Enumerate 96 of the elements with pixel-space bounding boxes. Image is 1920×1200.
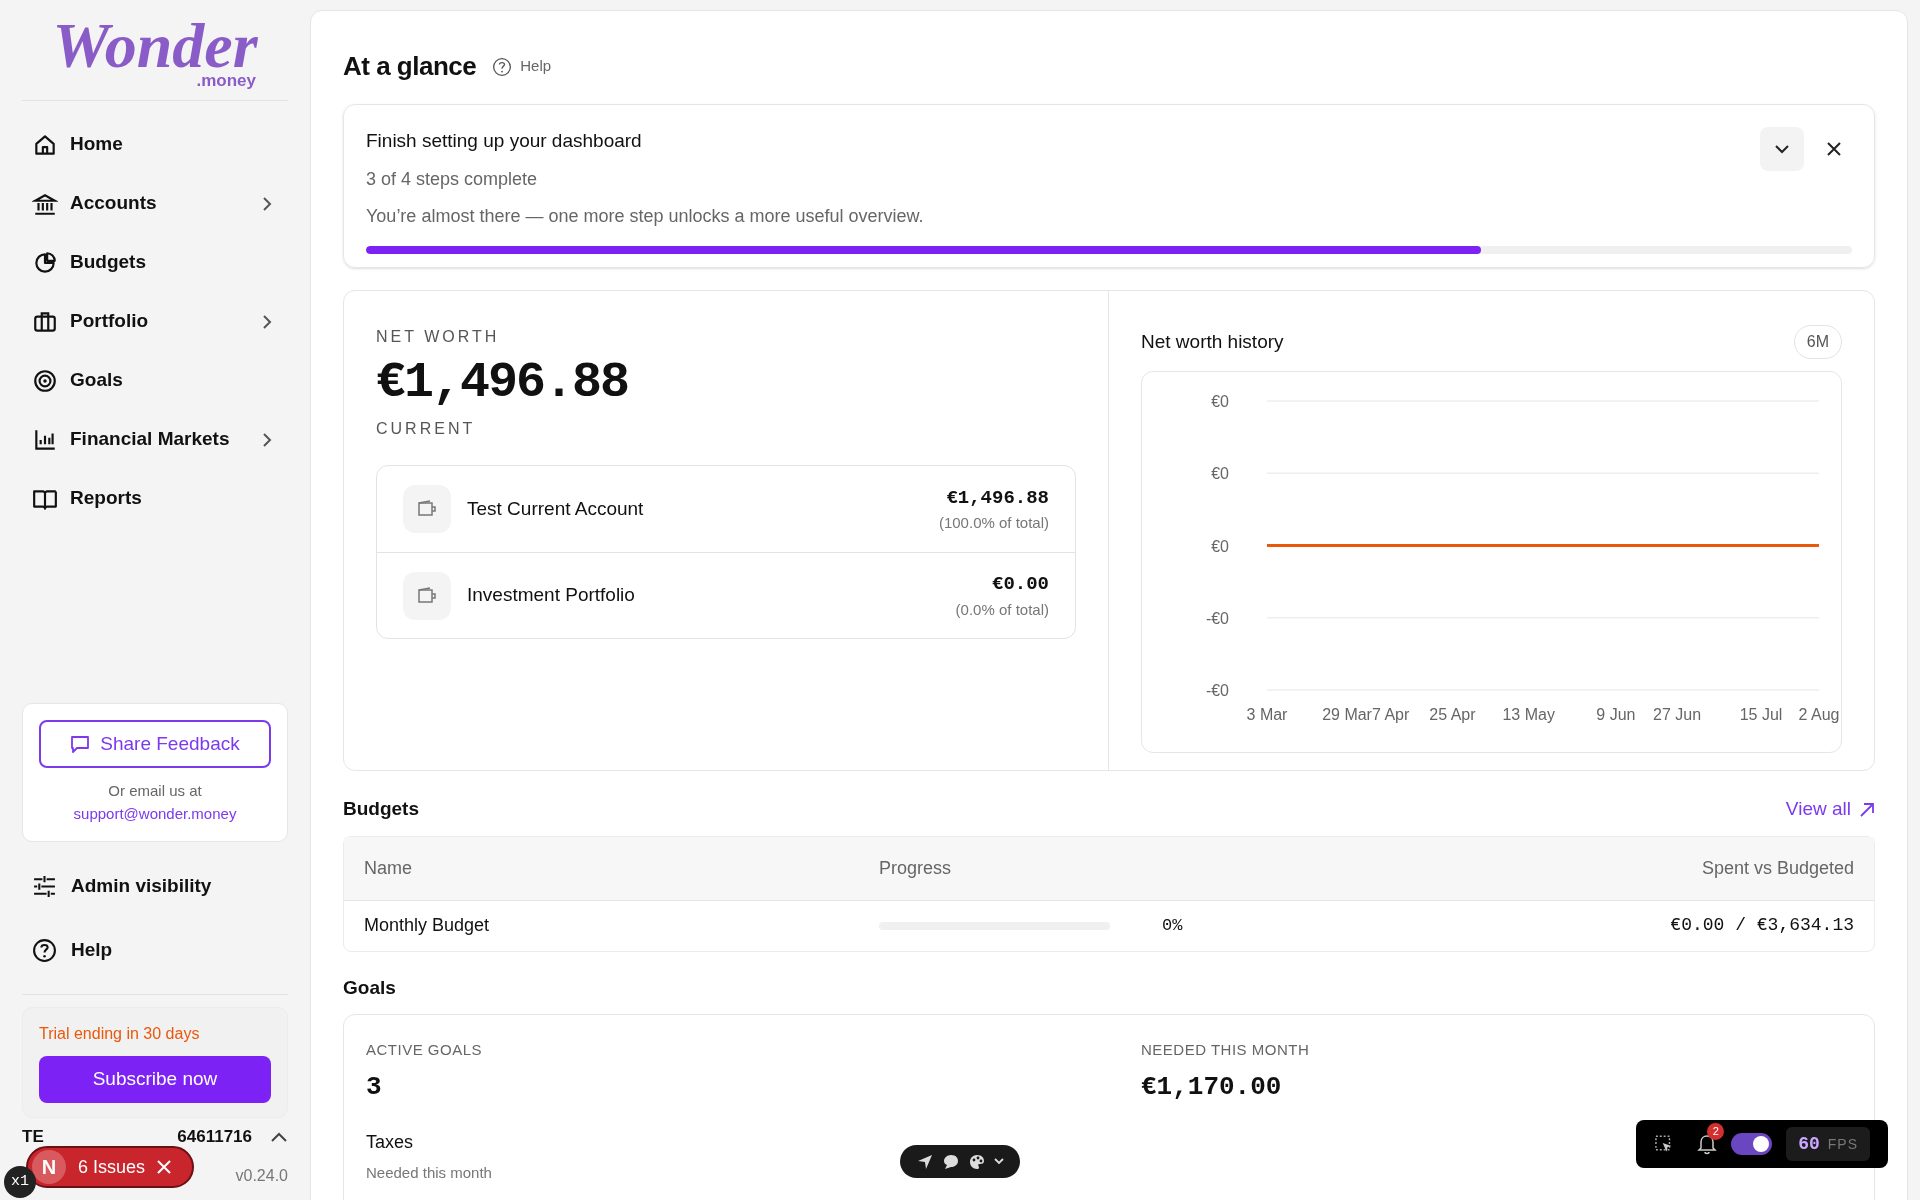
subscribe-button[interactable]: Subscribe now — [39, 1056, 271, 1103]
x-tick-label: 9 Jun — [1596, 706, 1636, 723]
account-share: (0.0% of total) — [955, 599, 1049, 620]
nav-item[interactable]: Home — [22, 115, 288, 174]
budget-amount: €0.00 / €3,634.13 — [1669, 914, 1854, 938]
nav-item[interactable]: Financial Markets — [22, 410, 288, 469]
chevron-up-icon[interactable] — [270, 1131, 288, 1143]
chart-title: Net worth history — [1141, 329, 1284, 354]
wallet-icon — [417, 500, 437, 518]
budget-percent: 0% — [1162, 915, 1183, 938]
close-icon[interactable] — [157, 1160, 172, 1174]
stat-value: 3 — [366, 1070, 383, 1104]
account-row[interactable]: Test Current Account €1,496.88 (100.0% of total) — [377, 466, 1075, 552]
goal-note: Needed this month — [366, 1162, 492, 1183]
help-link[interactable]: Help — [492, 55, 552, 78]
version-label: v0.24.0 — [235, 1166, 288, 1186]
target-icon — [32, 367, 58, 394]
nav-label: Portfolio — [70, 309, 150, 334]
nav-label: Accounts — [70, 191, 158, 216]
chevron-down-icon — [1775, 144, 1789, 154]
notification-count: 2 — [1707, 1123, 1725, 1140]
stat-label: NEEDED THIS MONTH — [1141, 1040, 1311, 1061]
nav-label: Reports — [70, 486, 143, 511]
net-worth-label: NET WORTH — [376, 327, 501, 347]
account-amount: €1,496.88 — [946, 485, 1049, 511]
pie-chart-icon — [32, 249, 58, 276]
y-tick-label: €0 — [1211, 393, 1229, 410]
account-share: (100.0% of total) — [938, 513, 1049, 533]
goal-name: Taxes — [366, 1130, 414, 1154]
nav-label: Budgets — [70, 250, 147, 275]
user-id: 64611716 — [177, 1126, 252, 1149]
toggle-switch[interactable] — [1731, 1133, 1773, 1155]
y-tick-label: €0 — [1211, 537, 1229, 555]
net-worth-amount: €1,496.88 — [376, 355, 630, 411]
arrow-up-right-icon — [1859, 801, 1875, 818]
stat-label: ACTIVE GOALS — [366, 1040, 484, 1061]
current-label: CURRENT — [376, 419, 477, 439]
email-note: Or email us at — [108, 781, 202, 801]
fps-value: 60 — [1798, 1132, 1820, 1156]
issues-badge[interactable]: N 6 Issues — [26, 1146, 194, 1188]
nav-label: Goals — [70, 368, 124, 393]
nav-item[interactable]: Portfolio — [22, 292, 288, 351]
section-title: Budgets — [343, 797, 419, 822]
fps-unit: FPS — [1827, 1134, 1858, 1154]
zoom-badge[interactable]: x1 — [4, 1166, 36, 1198]
column-header: Spent vs Budgeted — [1700, 856, 1854, 880]
logo-badge: N — [32, 1150, 66, 1184]
user-label: TE — [22, 1126, 44, 1149]
column-header: Name — [364, 856, 413, 880]
column-header: Progress — [879, 856, 953, 880]
page-title: At a glance — [343, 50, 477, 83]
nav-item[interactable]: Goals — [22, 351, 288, 410]
y-tick-label: €0 — [1211, 465, 1229, 483]
issues-count: 6 Issues — [78, 1155, 146, 1179]
nav-item[interactable]: Budgets — [22, 233, 288, 292]
view-all-link[interactable]: View all — [1785, 795, 1875, 824]
support-email-link[interactable]: support@wonder.money — [73, 802, 237, 825]
chat-bubble-icon[interactable] — [942, 1152, 960, 1171]
budget-name: Monthly Budget — [364, 914, 491, 938]
close-icon — [1827, 142, 1841, 156]
palette-icon[interactable] — [968, 1152, 986, 1171]
nav-label: Home — [70, 132, 124, 157]
x-tick-label: 13 May — [1502, 706, 1555, 723]
chat-icon — [70, 734, 91, 754]
account-amount: €0.00 — [992, 572, 1049, 597]
trial-notice: Trial ending in 30 days — [39, 1024, 201, 1044]
navigation-arrow-icon[interactable] — [916, 1152, 934, 1171]
nav-item[interactable]: Accounts — [22, 174, 288, 233]
nav-label: Financial Markets — [70, 427, 231, 452]
steps-count: 3 of 4 steps complete — [366, 167, 539, 191]
help-icon — [32, 937, 57, 963]
setup-message: You’re almost there — one more step unlocks a more useful overview. — [366, 204, 925, 228]
account-row[interactable]: Investment Portfolio €0.00 (0.0% of total) — [377, 552, 1075, 638]
x-tick-label: 3 Mar — [1246, 706, 1288, 723]
wallet-icon — [417, 586, 437, 605]
help-icon — [492, 56, 513, 77]
x-tick-label: 27 Jun — [1653, 706, 1702, 723]
bell-icon[interactable] — [1697, 1133, 1718, 1155]
x-tick-label: 29 Mar — [1322, 706, 1372, 723]
account-name: Investment Portfolio — [467, 583, 636, 608]
y-tick-label: -€0 — [1205, 609, 1229, 627]
share-feedback-button[interactable]: Share Feedback — [39, 720, 271, 768]
x-tick-label: 25 Apr — [1429, 706, 1476, 723]
chevron-down-icon[interactable] — [994, 1158, 1004, 1165]
section-title: Goals — [343, 975, 397, 1000]
stat-value: €1,170.00 — [1141, 1070, 1283, 1104]
sidebar-link[interactable]: Help — [22, 918, 288, 982]
x-tick-label: 7 Apr — [1371, 706, 1410, 723]
x-tick-label: 15 Jul — [1739, 706, 1783, 723]
x-tick-label: 2 Aug — [1798, 706, 1840, 723]
sidebar-link[interactable]: Admin visibility — [22, 854, 288, 918]
setup-title: Finish setting up your dashboard — [366, 129, 642, 153]
nav-item[interactable]: Reports — [22, 469, 288, 528]
account-name: Test Current Account — [467, 496, 645, 521]
sliders-icon — [32, 873, 57, 899]
y-tick-label: -€0 — [1205, 682, 1229, 699]
